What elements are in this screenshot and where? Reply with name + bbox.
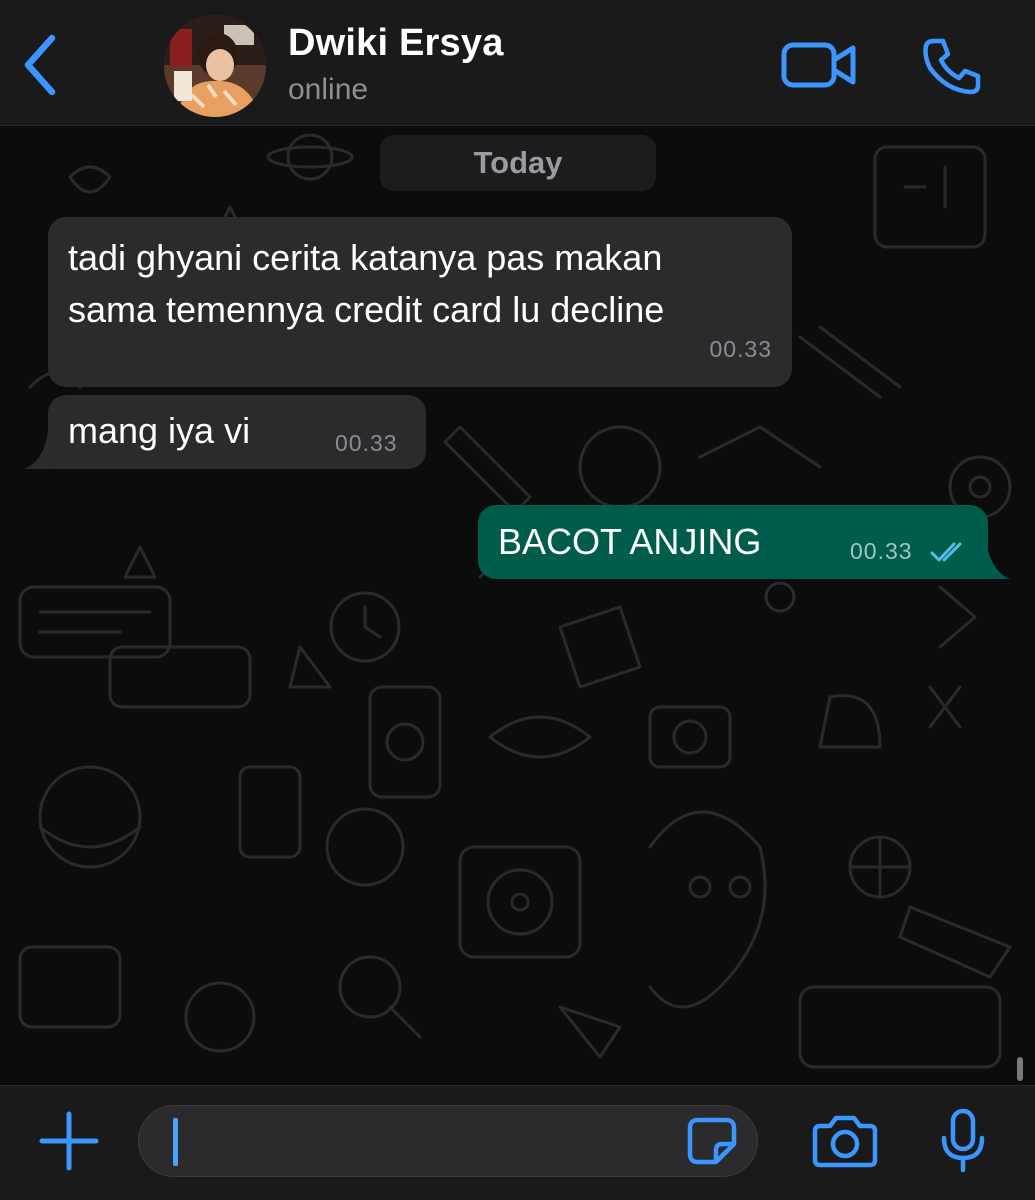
message-timestamp: 00.33 xyxy=(850,538,913,564)
avatar[interactable] xyxy=(164,15,266,117)
back-button[interactable] xyxy=(18,32,68,98)
text-cursor xyxy=(173,1118,178,1166)
message-text: BACOT ANJING xyxy=(498,521,762,562)
composer-bar xyxy=(0,1085,1035,1200)
voice-call-button[interactable] xyxy=(920,36,984,96)
message-input[interactable] xyxy=(138,1105,758,1177)
microphone-icon xyxy=(941,1108,985,1173)
camera-button[interactable] xyxy=(812,1112,878,1170)
message-timestamp: 00.33 xyxy=(709,336,772,362)
attach-button[interactable] xyxy=(38,1110,100,1172)
voice-message-button[interactable] xyxy=(938,1108,988,1174)
plus-icon xyxy=(39,1111,99,1171)
contact-name[interactable]: Dwiki Ersya xyxy=(288,22,504,65)
date-separator: Today xyxy=(380,135,656,191)
avatar-photo xyxy=(164,15,266,117)
scrollbar-thumb[interactable] xyxy=(1017,1057,1023,1081)
camera-icon xyxy=(812,1115,878,1168)
chat-area[interactable]: Today tadi ghyani cerita katanya pas mak… xyxy=(0,127,1035,1085)
sticker-button[interactable] xyxy=(686,1116,738,1166)
message-text: tadi ghyani cerita katanya pas makan sam… xyxy=(68,237,665,330)
chat-header: Dwiki Ersya online xyxy=(0,0,1035,126)
read-receipt-icon xyxy=(930,542,962,562)
message-bubble-outgoing[interactable]: BACOT ANJING 00.33 xyxy=(478,505,988,579)
contact-status: online xyxy=(288,73,369,106)
message-bubble-incoming[interactable]: tadi ghyani cerita katanya pas makan sam… xyxy=(48,217,792,387)
sticker-icon xyxy=(687,1117,737,1165)
message-timestamp: 00.33 xyxy=(335,430,398,456)
chevron-left-icon xyxy=(24,34,56,96)
video-call-button[interactable] xyxy=(780,36,858,94)
phone-icon xyxy=(923,38,981,95)
message-text: mang iya vi xyxy=(68,410,251,451)
video-camera-icon xyxy=(781,42,856,88)
message-bubble-incoming[interactable]: mang iya vi 00.33 xyxy=(48,395,426,469)
